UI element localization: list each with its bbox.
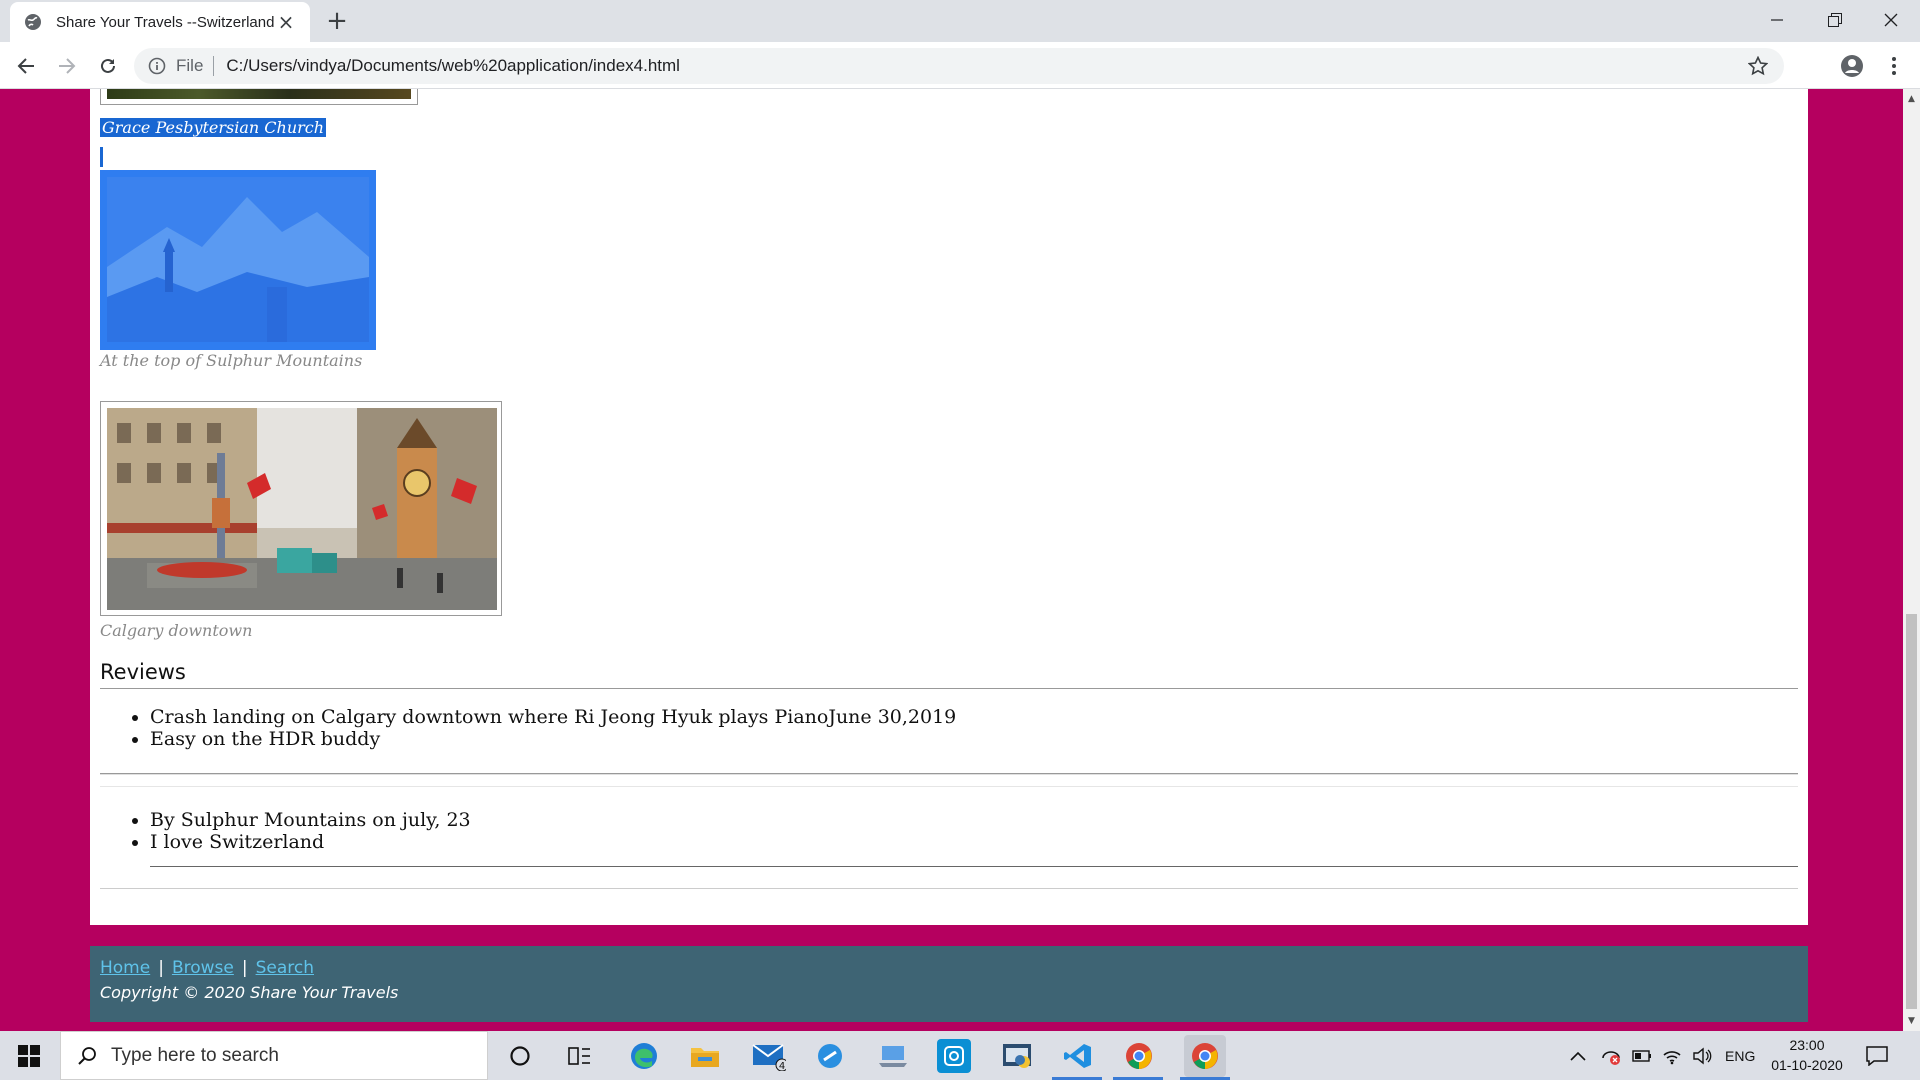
vertical-scrollbar[interactable]: ▲ ▼	[1903, 89, 1920, 1031]
page-viewport: Grace Pesbytersian Church At the top of …	[0, 89, 1903, 1031]
church-photo	[100, 89, 418, 105]
clock-date: 01-10-2020	[1771, 1057, 1843, 1073]
file-scheme-label: File	[176, 56, 215, 76]
language-indicator[interactable]: ENG	[1725, 1031, 1755, 1080]
footer-separator: |	[158, 958, 164, 978]
footer-link-browse[interactable]: Browse	[172, 958, 234, 978]
page-footer: Home | Browse | Search Copyright © 2020 Shar…	[90, 946, 1808, 1022]
calgary-downtown-photo	[100, 401, 502, 616]
divider	[100, 688, 1798, 689]
scroll-down-icon[interactable]: ▼	[1906, 1015, 1917, 1027]
action-center-icon[interactable]	[1866, 1031, 1888, 1080]
file-explorer-icon[interactable]	[688, 1039, 722, 1073]
system-clock[interactable]: 23:00 01-10-2020	[1762, 1035, 1852, 1075]
windows-start-icon[interactable]	[0, 1031, 58, 1080]
profile-avatar-icon[interactable]	[1838, 52, 1866, 80]
divider	[100, 888, 1798, 889]
windows-taskbar: Type here to search 4 ENG 23:00 01-10-20…	[0, 1031, 1920, 1080]
review-list-2: By Sulphur Mountains on july, 23 I love …	[150, 809, 471, 853]
mail-badge-count: 4	[779, 1061, 785, 1071]
review-item: Crash landing on Calgary downtown where …	[150, 706, 956, 728]
mail-icon[interactable]: 4	[752, 1039, 786, 1073]
review-item: Easy on the HDR buddy	[150, 728, 956, 750]
minimize-icon[interactable]	[1748, 0, 1806, 40]
footer-nav: Home | Browse | Search	[100, 956, 1798, 980]
text-selection-marker	[100, 147, 103, 167]
reload-icon[interactable]	[94, 52, 122, 80]
divider	[150, 866, 1798, 867]
restore-icon[interactable]	[1806, 0, 1864, 40]
footer-separator: |	[241, 958, 248, 978]
footer-link-home[interactable]: Home	[100, 958, 150, 978]
browser-tabstrip: Share Your Travels --Switzerland × +	[0, 0, 1920, 42]
divider	[100, 786, 1798, 787]
clock-time: 23:00	[1789, 1037, 1825, 1053]
new-tab-button[interactable]: +	[322, 6, 352, 36]
scroll-up-icon[interactable]: ▲	[1906, 93, 1917, 105]
search-icon	[78, 1046, 96, 1065]
taskbar-search-input[interactable]: Type here to search	[60, 1031, 488, 1080]
forward-arrow-icon[interactable]	[53, 52, 81, 80]
sulphur-mountains-photo	[100, 170, 376, 350]
address-bar[interactable]: File C:/Users/vindya/Documents/web%20app…	[134, 48, 1784, 84]
battery-icon[interactable]	[1632, 1031, 1652, 1080]
mountain-image	[107, 177, 369, 342]
python-idle-icon[interactable]	[1000, 1039, 1034, 1073]
volume-icon[interactable]	[1692, 1031, 1712, 1080]
browser-tab[interactable]: Share Your Travels --Switzerland ×	[10, 2, 310, 42]
divider	[100, 773, 1798, 775]
edge-icon[interactable]	[627, 1039, 661, 1073]
review-list-1: Crash landing on Calgary downtown where …	[150, 706, 956, 750]
bookmark-star-icon[interactable]	[1748, 56, 1768, 76]
close-window-icon[interactable]	[1862, 0, 1920, 40]
cortana-icon[interactable]	[500, 1031, 540, 1080]
tab-close-icon[interactable]: ×	[276, 12, 296, 32]
review-item: I love Switzerland	[150, 831, 471, 853]
vscode-icon[interactable]	[1061, 1039, 1095, 1073]
task-view-icon[interactable]	[560, 1031, 600, 1080]
camera-app-icon[interactable]	[937, 1039, 971, 1073]
tray-chevron-icon[interactable]	[1570, 1031, 1586, 1080]
main-content: Grace Pesbytersian Church At the top of …	[90, 89, 1808, 925]
back-arrow-icon[interactable]	[12, 52, 40, 80]
photo-caption-church: Grace Pesbytersian Church	[100, 118, 327, 137]
copyright-text: Copyright © 2020 Share Your Travels	[100, 983, 399, 1002]
browser-toolbar: File C:/Users/vindya/Documents/web%20app…	[0, 42, 1920, 89]
url-text[interactable]: C:/Users/vindya/Documents/web%20applicat…	[226, 56, 680, 76]
reviews-heading: Reviews	[100, 660, 186, 684]
review-item: By Sulphur Mountains on july, 23	[150, 809, 471, 831]
search-placeholder: Type here to search	[111, 1044, 279, 1066]
chrome-window-icon[interactable]	[1184, 1035, 1226, 1077]
laptop-app-icon[interactable]	[876, 1039, 910, 1073]
street-image	[107, 408, 497, 610]
footer-link-search[interactable]: Search	[256, 958, 314, 978]
globe-icon	[25, 14, 41, 30]
chrome-icon[interactable]	[1122, 1039, 1156, 1073]
menu-kebab-icon[interactable]	[1880, 52, 1908, 80]
info-icon	[148, 57, 166, 75]
scrollbar-thumb[interactable]	[1906, 614, 1917, 1009]
ride-app-icon[interactable]	[813, 1039, 847, 1073]
tab-title: Share Your Travels --Switzerland	[56, 13, 275, 31]
photo-caption-sulphur: At the top of Sulphur Mountains	[100, 351, 363, 370]
photo-caption-calgary: Calgary downtown	[100, 621, 253, 640]
network-warning-icon[interactable]	[1600, 1031, 1622, 1080]
wifi-icon[interactable]	[1662, 1031, 1682, 1080]
